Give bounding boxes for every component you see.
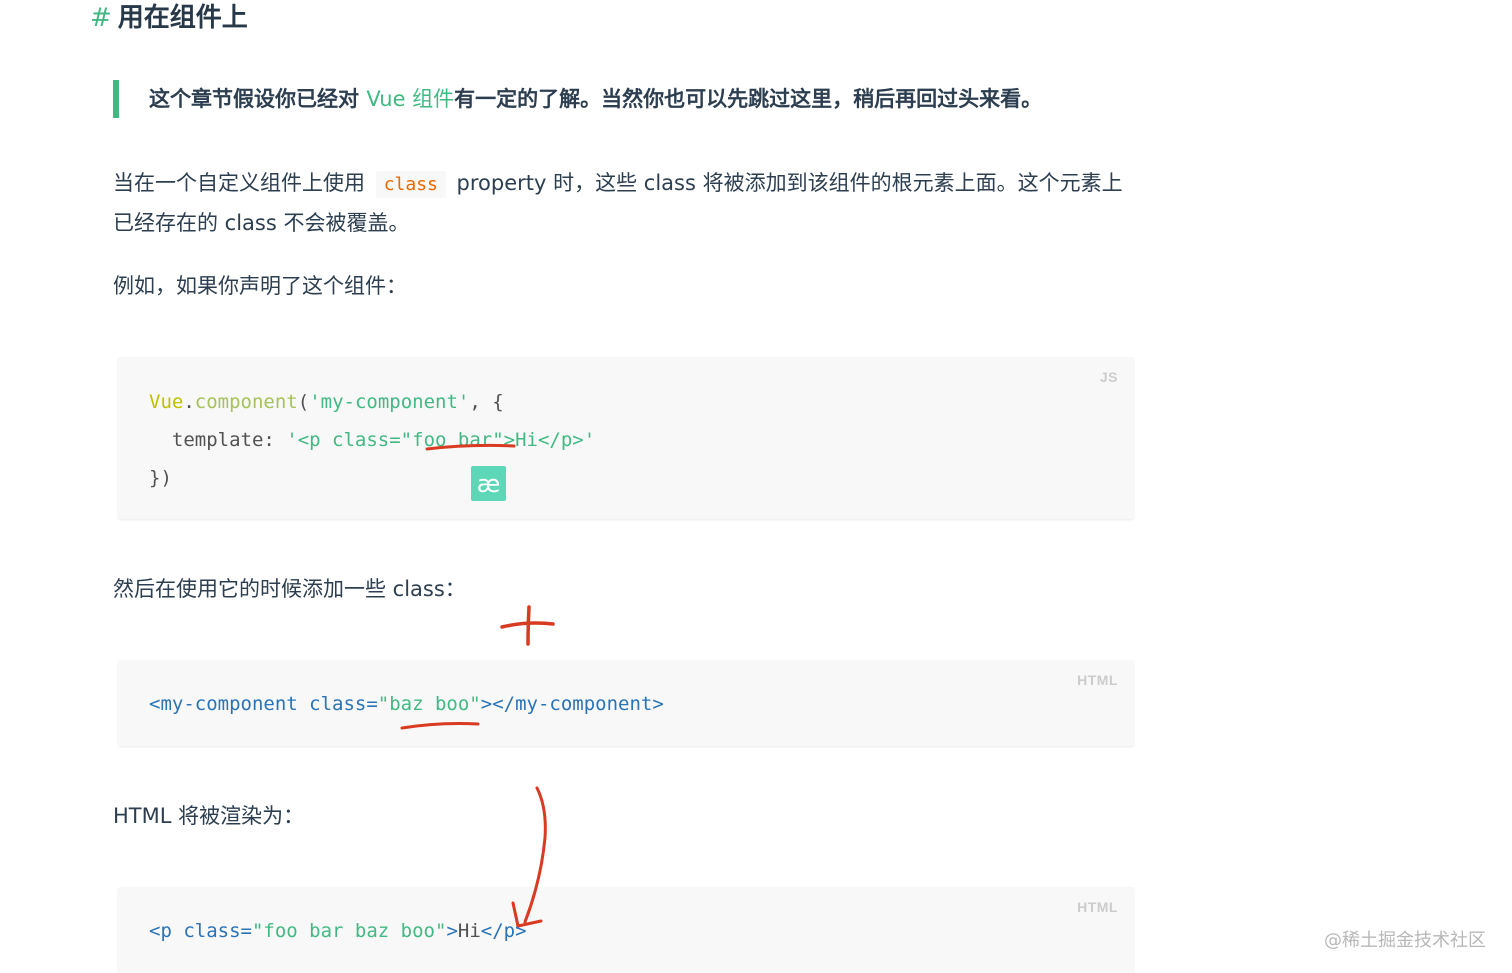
code-token: <p (149, 920, 172, 942)
paragraph-add-class: 然后在使用它的时候添加一些 class： (113, 577, 466, 601)
paragraph-render-result: HTML 将被渲染为： (113, 804, 305, 828)
site-watermark: @稀土掘金技术社区 (1324, 930, 1486, 951)
code-block-html-result: HTML <p class="foo bar baz boo">Hi</p> (118, 887, 1134, 973)
code-content: Vue.component('my-component', { template… (149, 383, 595, 497)
para1-before: 当在一个自定义组件上使用 (113, 171, 372, 195)
code-token: '<p class=" (286, 429, 413, 451)
code-token: ( (297, 391, 310, 413)
code-token: <my-component (149, 693, 298, 715)
code-token: ">Hi</p>' (492, 429, 596, 451)
heading-title: 用在组件上 (117, 3, 248, 33)
code-token: class= (171, 920, 252, 942)
ae-extension-badge[interactable]: æ (471, 466, 506, 501)
code-token: Hi (457, 920, 481, 942)
tip-text: 这个章节假设你已经对 Vue 组件有一定的了解。当然你也可以先跳过这里，稍后再回… (149, 80, 1143, 118)
code-token: </p> (480, 920, 527, 942)
code-token: Vue (149, 391, 184, 413)
code-token: "baz boo" (377, 693, 481, 715)
code-token: 'my-component' (309, 391, 470, 413)
tip-text-before: 这个章节假设你已经对 (149, 87, 367, 111)
code-token: foo bar (412, 429, 493, 451)
code-content: <my-component class="baz boo"></my-compo… (149, 685, 664, 723)
code-token: , { (469, 391, 504, 413)
vue-components-link[interactable]: Vue 组件 (366, 87, 454, 111)
code-lang-label: HTML (1077, 899, 1118, 915)
code-token: ></my-component> (480, 693, 664, 715)
inline-code-class: class (375, 171, 446, 198)
code-block-html-usage: HTML <my-component class="baz boo"></my-… (118, 660, 1134, 746)
code-block-js: JS Vue.component('my-component', { templ… (118, 357, 1134, 519)
paragraph-example-intro: 例如，如果你声明了这个组件： (113, 274, 407, 298)
plus-mark-vertical (526, 605, 531, 646)
code-content: <p class="foo bar baz boo">Hi</p> (149, 912, 527, 950)
code-token: template: (149, 429, 287, 451)
code-token: }) (149, 467, 172, 489)
tip-text-after: 有一定的了解。当然你也可以先跳过这里，稍后再回过头来看。 (454, 87, 1043, 111)
tip-blockquote: 这个章节假设你已经对 Vue 组件有一定的了解。当然你也可以先跳过这里，稍后再回… (113, 80, 1143, 118)
section-heading: # 用在组件上 (90, 0, 248, 36)
code-token: "foo bar baz boo" (251, 920, 447, 942)
plus-mark-horizontal (500, 621, 555, 629)
code-token: class= (297, 693, 378, 715)
code-token: > (446, 920, 458, 942)
code-token: . (183, 391, 195, 413)
paragraph-class-property: 当在一个自定义组件上使用 class property 时，这些 class 将… (113, 164, 1143, 242)
code-lang-label: JS (1099, 369, 1118, 385)
code-token: component (194, 391, 298, 413)
code-lang-label: HTML (1077, 672, 1118, 688)
heading-anchor-link[interactable]: # (90, 3, 112, 33)
